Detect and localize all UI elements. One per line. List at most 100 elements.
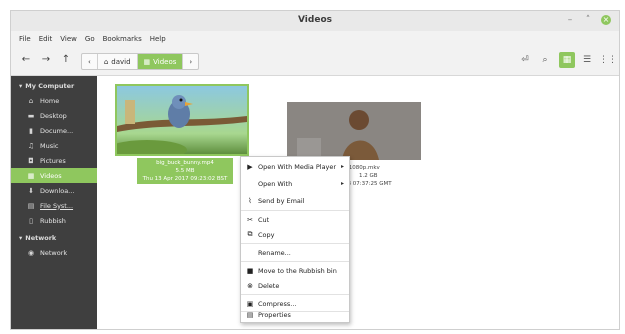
menu-view[interactable]: View bbox=[60, 35, 77, 43]
up-arrow-icon[interactable]: ↑ bbox=[59, 53, 73, 67]
sidebar-item-filesystem[interactable]: ▤ File Syst... bbox=[11, 198, 97, 213]
terminal-icon[interactable]: ⏎ bbox=[517, 52, 533, 68]
menu-item-move-to-rubbish[interactable]: ■ Move to the Rubbish bin bbox=[241, 263, 349, 278]
menu-separator bbox=[241, 261, 349, 262]
window-title: Videos bbox=[298, 15, 332, 25]
sidebar-item-label: Rubbish bbox=[40, 216, 66, 225]
breadcrumb: ‹ ⌂ david ▦ Videos › bbox=[81, 53, 200, 70]
menu-go[interactable]: Go bbox=[85, 35, 95, 43]
downloads-icon: ⬇ bbox=[28, 186, 34, 195]
minimize-button[interactable]: – bbox=[565, 15, 575, 25]
videos-icon: ▦ bbox=[27, 171, 35, 180]
menu-item-label: Delete bbox=[258, 281, 280, 290]
search-icon[interactable]: ⌕ bbox=[537, 52, 553, 68]
breadcrumb-home-label: david bbox=[111, 57, 131, 66]
network-icon: ◉ bbox=[27, 248, 35, 257]
menu-edit[interactable]: Edit bbox=[39, 35, 53, 43]
breadcrumb-home[interactable]: ⌂ david bbox=[98, 54, 138, 69]
video-thumbnail[interactable] bbox=[287, 102, 421, 160]
filesystem-icon: ▤ bbox=[27, 201, 35, 210]
file-size: 5.5 MB bbox=[175, 168, 195, 174]
menu-item-send-by-email[interactable]: ⌇ Send by Email bbox=[241, 193, 349, 208]
menu-item-delete[interactable]: ⊗ Delete bbox=[241, 278, 349, 293]
sidebar-item-videos[interactable]: ▦ Videos bbox=[11, 168, 97, 183]
sidebar-item-network[interactable]: ◉ Network bbox=[11, 245, 97, 260]
menu-item-properties[interactable]: ▤ Properties bbox=[241, 307, 349, 322]
music-icon: ♫ bbox=[27, 141, 35, 150]
file-name: big_buck_bunny.mp4 bbox=[156, 160, 214, 166]
forward-arrow-icon[interactable]: → bbox=[39, 53, 53, 67]
menu-separator bbox=[241, 243, 349, 244]
breadcrumb-videos[interactable]: ▦ Videos bbox=[137, 54, 184, 69]
titlebar[interactable]: Videos – ˄ × bbox=[11, 11, 619, 32]
sidebar-item-label: Network bbox=[40, 248, 68, 257]
sidebar-section-title: My Computer bbox=[25, 82, 75, 90]
documents-icon: ▮ bbox=[29, 126, 33, 135]
sidebar-item-downloads[interactable]: ⬇ Downloa... bbox=[11, 183, 97, 198]
submenu-arrow-icon: ▸ bbox=[340, 163, 344, 170]
breadcrumb-right-arrow-icon[interactable]: › bbox=[183, 54, 198, 69]
video-thumbnail[interactable] bbox=[115, 84, 249, 156]
delete-icon: ⊗ bbox=[247, 281, 253, 290]
sidebar-item-label: File Syst... bbox=[40, 201, 74, 210]
menu-separator bbox=[241, 210, 349, 211]
breadcrumb-videos-label: Videos bbox=[153, 57, 177, 66]
menu-item-open-with[interactable]: Open With ▸ bbox=[241, 176, 349, 191]
home-icon: ⌂ bbox=[28, 96, 34, 105]
sidebar-item-home[interactable]: ⌂ Home bbox=[11, 93, 97, 108]
file-view[interactable]: big_buck_bunny.mp4 5.5 MB Thu 13 Apr 201… bbox=[97, 76, 619, 329]
menu-help[interactable]: Help bbox=[150, 35, 166, 43]
copy-icon: ⧉ bbox=[247, 230, 253, 238]
trash-icon: ▯ bbox=[29, 216, 33, 225]
sidebar-item-label: Docume... bbox=[40, 126, 74, 135]
bird-thumbnail-art bbox=[117, 95, 247, 154]
file-manager-window: Videos – ˄ × File Edit View Go Bookmarks… bbox=[10, 10, 620, 330]
menu-item-copy[interactable]: ⧉ Copy bbox=[241, 227, 349, 242]
icon-view-icon[interactable]: ▦ bbox=[559, 52, 575, 68]
desktop-icon: ▬ bbox=[27, 111, 35, 120]
play-icon: ▶ bbox=[247, 162, 253, 171]
submenu-arrow-icon: ▸ bbox=[340, 180, 344, 187]
sidebar-item-label: Desktop bbox=[40, 111, 67, 120]
menu-item-label: Cut bbox=[258, 215, 270, 224]
trash-icon: ■ bbox=[246, 266, 254, 275]
sidebar-item-rubbish[interactable]: ▯ Rubbish bbox=[11, 213, 97, 228]
menu-item-label: Copy bbox=[258, 230, 275, 239]
sidebar-item-desktop[interactable]: ▬ Desktop bbox=[11, 108, 97, 123]
close-button[interactable]: × bbox=[601, 15, 611, 25]
compact-view-icon[interactable]: ⋮⋮ bbox=[599, 52, 617, 68]
menu-bookmarks[interactable]: Bookmarks bbox=[103, 35, 142, 43]
menu-item-label: Properties bbox=[258, 310, 291, 319]
menubar: File Edit View Go Bookmarks Help bbox=[11, 31, 619, 47]
sidebar-item-documents[interactable]: ▮ Docume... bbox=[11, 123, 97, 138]
attachment-icon: ⌇ bbox=[248, 196, 252, 205]
breadcrumb-left-arrow-icon[interactable]: ‹ bbox=[82, 54, 98, 69]
sidebar-section-network[interactable]: ▾ Network bbox=[11, 228, 97, 245]
sidebar-section-my-computer[interactable]: ▾ My Computer bbox=[11, 76, 97, 93]
pictures-icon: ◘ bbox=[28, 156, 34, 165]
file-label-selected[interactable]: big_buck_bunny.mp4 5.5 MB Thu 13 Apr 201… bbox=[137, 158, 233, 184]
sidebar-item-label: Pictures bbox=[40, 156, 66, 165]
expand-icon: ▾ bbox=[19, 82, 23, 90]
menu-separator bbox=[241, 294, 349, 295]
sidebar-item-pictures[interactable]: ◘ Pictures bbox=[11, 153, 97, 168]
menu-item-open-with-media-player[interactable]: ▶ Open With Media Player ▸ bbox=[241, 159, 349, 174]
menu-item-label: Send by Email bbox=[258, 196, 305, 205]
list-view-icon[interactable]: ☰ bbox=[579, 52, 595, 68]
file-date: Thu 13 Apr 2017 09:23:02 BST bbox=[142, 176, 228, 182]
sidebar-item-label: Music bbox=[40, 141, 59, 150]
menu-file[interactable]: File bbox=[19, 35, 31, 43]
maximize-button[interactable]: ˄ bbox=[583, 15, 593, 25]
sidebar-item-label: Home bbox=[40, 96, 60, 105]
scissors-icon: ✂ bbox=[247, 215, 253, 224]
back-arrow-icon[interactable]: ← bbox=[19, 53, 33, 67]
sidebar-section-title: Network bbox=[25, 234, 57, 242]
menu-item-label: Open With Media Player bbox=[258, 162, 337, 171]
menu-item-cut[interactable]: ✂ Cut bbox=[241, 212, 349, 227]
person-thumbnail-art bbox=[287, 102, 421, 160]
menu-item-label: Rename... bbox=[258, 248, 291, 257]
expand-icon: ▾ bbox=[19, 234, 23, 242]
menu-item-rename[interactable]: Rename... bbox=[241, 245, 349, 260]
sidebar-item-music[interactable]: ♫ Music bbox=[11, 138, 97, 153]
sidebar-item-label: Videos bbox=[40, 171, 62, 180]
